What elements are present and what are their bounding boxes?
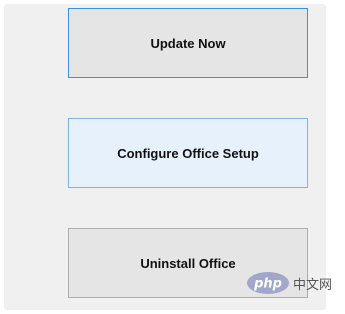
configure-office-setup-button[interactable]: Configure Office Setup (68, 118, 308, 188)
php-logo-icon: php (247, 272, 289, 294)
update-now-button[interactable]: Update Now (68, 8, 308, 78)
actions-panel: Update Now Configure Office Setup Uninst… (4, 4, 326, 310)
php-cn-watermark: php 中文网 (246, 270, 332, 296)
watermark-site-text: 中文网 (293, 277, 333, 293)
php-logo-text: php (253, 277, 282, 292)
office-window: Update Now Configure Office Setup Uninst… (0, 0, 345, 314)
